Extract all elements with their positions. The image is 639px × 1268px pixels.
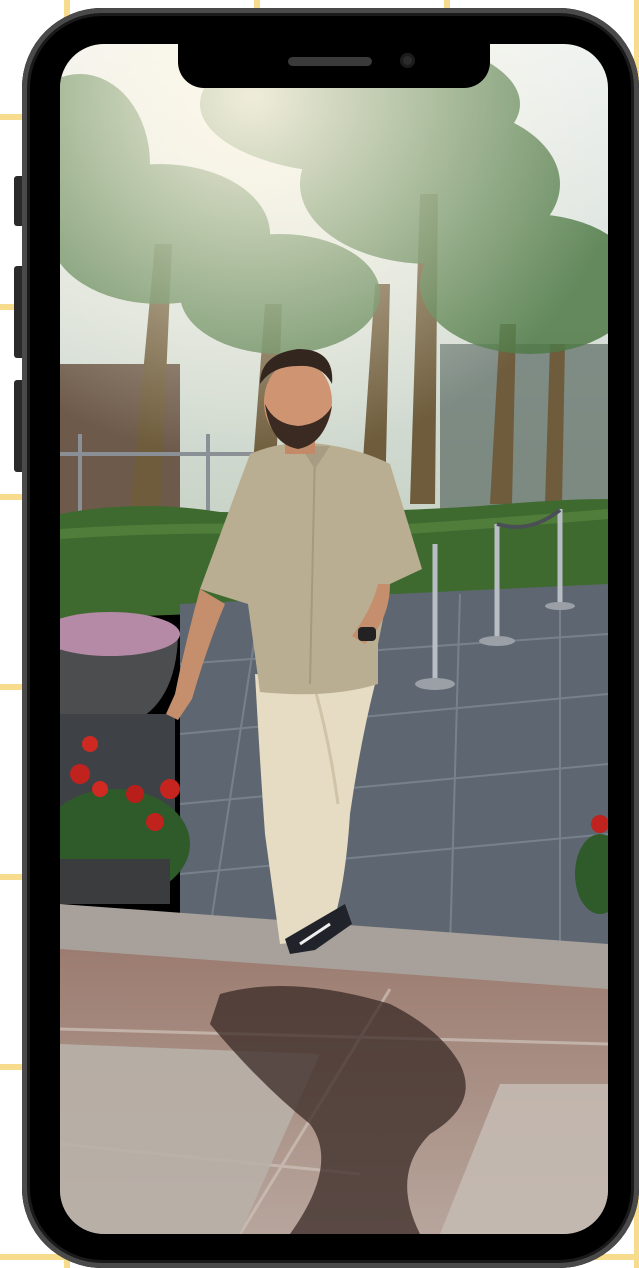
walkway — [180, 584, 608, 964]
phone-notch — [178, 44, 490, 88]
photo-scene — [60, 44, 608, 1234]
front-camera-icon — [400, 53, 415, 68]
speaker-grille — [288, 57, 372, 66]
photo-screen — [60, 44, 608, 1234]
